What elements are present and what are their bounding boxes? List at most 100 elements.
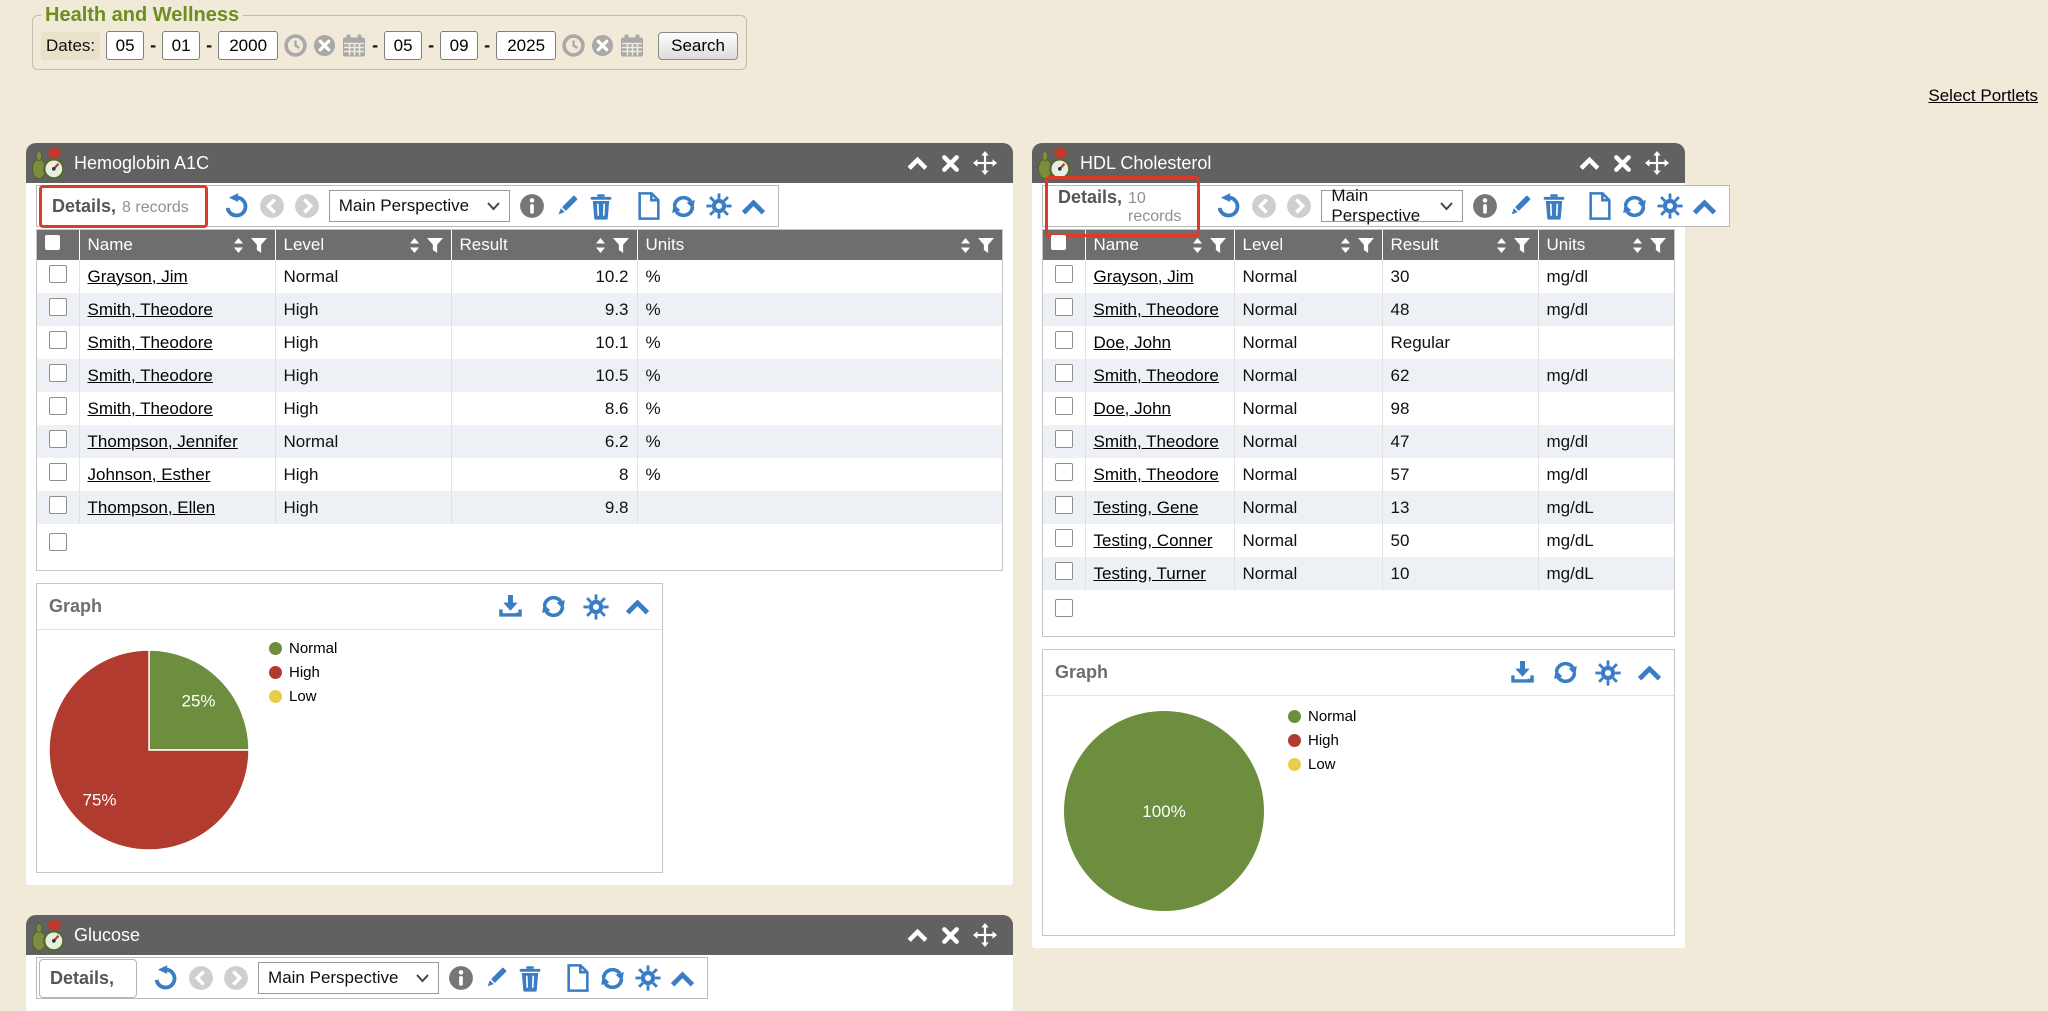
row-checkbox[interactable] bbox=[49, 298, 67, 316]
collapse-up-icon[interactable] bbox=[670, 970, 695, 987]
refresh-icon[interactable] bbox=[670, 193, 697, 220]
from-year-input[interactable] bbox=[218, 31, 278, 60]
patient-name-link[interactable]: Testing, Conner bbox=[1094, 531, 1213, 550]
filter-funnel-icon[interactable] bbox=[427, 238, 443, 253]
move-icon[interactable] bbox=[1645, 151, 1669, 175]
patient-name-link[interactable]: Smith, Theodore bbox=[1094, 366, 1219, 385]
patient-name-link[interactable]: Smith, Theodore bbox=[88, 300, 213, 319]
filter-funnel-icon[interactable] bbox=[1210, 238, 1226, 253]
row-checkbox[interactable] bbox=[1055, 430, 1073, 448]
close-icon[interactable] bbox=[941, 926, 960, 945]
clear-x-icon[interactable] bbox=[313, 34, 336, 57]
row-checkbox[interactable] bbox=[1055, 331, 1073, 349]
calendar-icon[interactable] bbox=[342, 34, 366, 57]
from-day-input[interactable] bbox=[162, 31, 200, 60]
sort-icon[interactable] bbox=[960, 238, 971, 253]
collapse-up-icon[interactable] bbox=[1637, 664, 1662, 681]
perspective-select[interactable]: Main Perspective bbox=[1321, 190, 1462, 222]
delete-trash-icon[interactable] bbox=[518, 965, 542, 992]
to-year-input[interactable] bbox=[496, 31, 556, 60]
delete-trash-icon[interactable] bbox=[589, 193, 613, 220]
refresh-icon[interactable] bbox=[599, 965, 626, 992]
previous-icon[interactable] bbox=[259, 193, 285, 219]
settings-gear-icon[interactable] bbox=[1595, 660, 1621, 686]
clear-x-icon[interactable] bbox=[591, 34, 614, 57]
row-checkbox[interactable] bbox=[49, 496, 67, 514]
collapse-up-icon[interactable] bbox=[1692, 198, 1717, 215]
row-checkbox[interactable] bbox=[49, 463, 67, 481]
row-checkbox[interactable] bbox=[1055, 397, 1073, 415]
collapse-up-icon[interactable] bbox=[907, 156, 928, 170]
collapse-up-icon[interactable] bbox=[1579, 156, 1600, 170]
perspective-select[interactable]: Main Perspective bbox=[258, 962, 439, 994]
patient-name-link[interactable]: Smith, Theodore bbox=[88, 333, 213, 352]
row-checkbox[interactable] bbox=[1055, 364, 1073, 382]
patient-name-link[interactable]: Grayson, Jim bbox=[1094, 267, 1194, 286]
previous-icon[interactable] bbox=[1251, 193, 1277, 219]
patient-name-link[interactable]: Testing, Turner bbox=[1094, 564, 1206, 583]
refresh-icon[interactable] bbox=[1621, 193, 1648, 220]
perspective-select[interactable]: Main Perspective bbox=[329, 190, 510, 222]
from-month-input[interactable] bbox=[106, 31, 144, 60]
row-checkbox[interactable] bbox=[49, 265, 67, 283]
collapse-up-icon[interactable] bbox=[741, 198, 766, 215]
row-checkbox[interactable] bbox=[49, 533, 67, 551]
clock-icon[interactable] bbox=[562, 34, 585, 57]
row-checkbox[interactable] bbox=[49, 430, 67, 448]
select-all-checkbox[interactable] bbox=[45, 235, 60, 250]
patient-name-link[interactable]: Thompson, Jennifer bbox=[88, 432, 238, 451]
settings-gear-icon[interactable] bbox=[706, 193, 732, 219]
download-icon[interactable] bbox=[497, 594, 524, 619]
undo-icon[interactable] bbox=[1215, 193, 1242, 220]
settings-gear-icon[interactable] bbox=[583, 594, 609, 620]
row-checkbox[interactable] bbox=[1055, 463, 1073, 481]
to-month-input[interactable] bbox=[384, 31, 422, 60]
row-checkbox[interactable] bbox=[1055, 298, 1073, 316]
next-icon[interactable] bbox=[1286, 193, 1312, 219]
sort-icon[interactable] bbox=[233, 238, 244, 253]
info-icon[interactable] bbox=[1472, 193, 1498, 219]
clock-icon[interactable] bbox=[284, 34, 307, 57]
filter-funnel-icon[interactable] bbox=[1514, 238, 1530, 253]
download-icon[interactable] bbox=[1509, 660, 1536, 685]
patient-name-link[interactable]: Doe, John bbox=[1094, 399, 1172, 418]
to-day-input[interactable] bbox=[440, 31, 478, 60]
undo-icon[interactable] bbox=[223, 193, 250, 220]
refresh-icon[interactable] bbox=[1552, 659, 1579, 686]
patient-name-link[interactable]: Smith, Theodore bbox=[1094, 300, 1219, 319]
patient-name-link[interactable]: Johnson, Esther bbox=[88, 465, 211, 484]
patient-name-link[interactable]: Testing, Gene bbox=[1094, 498, 1199, 517]
patient-name-link[interactable]: Grayson, Jim bbox=[88, 267, 188, 286]
row-checkbox[interactable] bbox=[49, 364, 67, 382]
patient-name-link[interactable]: Doe, John bbox=[1094, 333, 1172, 352]
calendar-icon[interactable] bbox=[620, 34, 644, 57]
collapse-up-icon[interactable] bbox=[907, 928, 928, 942]
row-checkbox[interactable] bbox=[49, 397, 67, 415]
settings-gear-icon[interactable] bbox=[1657, 193, 1683, 219]
filter-funnel-icon[interactable] bbox=[1650, 238, 1666, 253]
patient-name-link[interactable]: Smith, Theodore bbox=[88, 399, 213, 418]
close-icon[interactable] bbox=[1613, 154, 1632, 173]
row-checkbox[interactable] bbox=[1055, 265, 1073, 283]
row-checkbox[interactable] bbox=[49, 331, 67, 349]
select-portlets-link[interactable]: Select Portlets bbox=[1928, 86, 2038, 106]
sort-icon[interactable] bbox=[1632, 238, 1643, 253]
filter-funnel-icon[interactable] bbox=[978, 238, 994, 253]
search-button[interactable]: Search bbox=[658, 32, 738, 60]
sort-icon[interactable] bbox=[595, 238, 606, 253]
edit-pencil-icon[interactable] bbox=[554, 193, 580, 219]
row-checkbox[interactable] bbox=[1055, 496, 1073, 514]
edit-pencil-icon[interactable] bbox=[1507, 193, 1533, 219]
refresh-icon[interactable] bbox=[540, 593, 567, 620]
patient-name-link[interactable]: Smith, Theodore bbox=[1094, 432, 1219, 451]
next-icon[interactable] bbox=[223, 965, 249, 991]
patient-name-link[interactable]: Smith, Theodore bbox=[88, 366, 213, 385]
filter-funnel-icon[interactable] bbox=[613, 238, 629, 253]
previous-icon[interactable] bbox=[188, 965, 214, 991]
row-checkbox[interactable] bbox=[1055, 562, 1073, 580]
filter-funnel-icon[interactable] bbox=[251, 238, 267, 253]
info-icon[interactable] bbox=[448, 965, 474, 991]
collapse-up-icon[interactable] bbox=[625, 598, 650, 615]
sort-icon[interactable] bbox=[1496, 238, 1507, 253]
row-checkbox[interactable] bbox=[1055, 599, 1073, 617]
